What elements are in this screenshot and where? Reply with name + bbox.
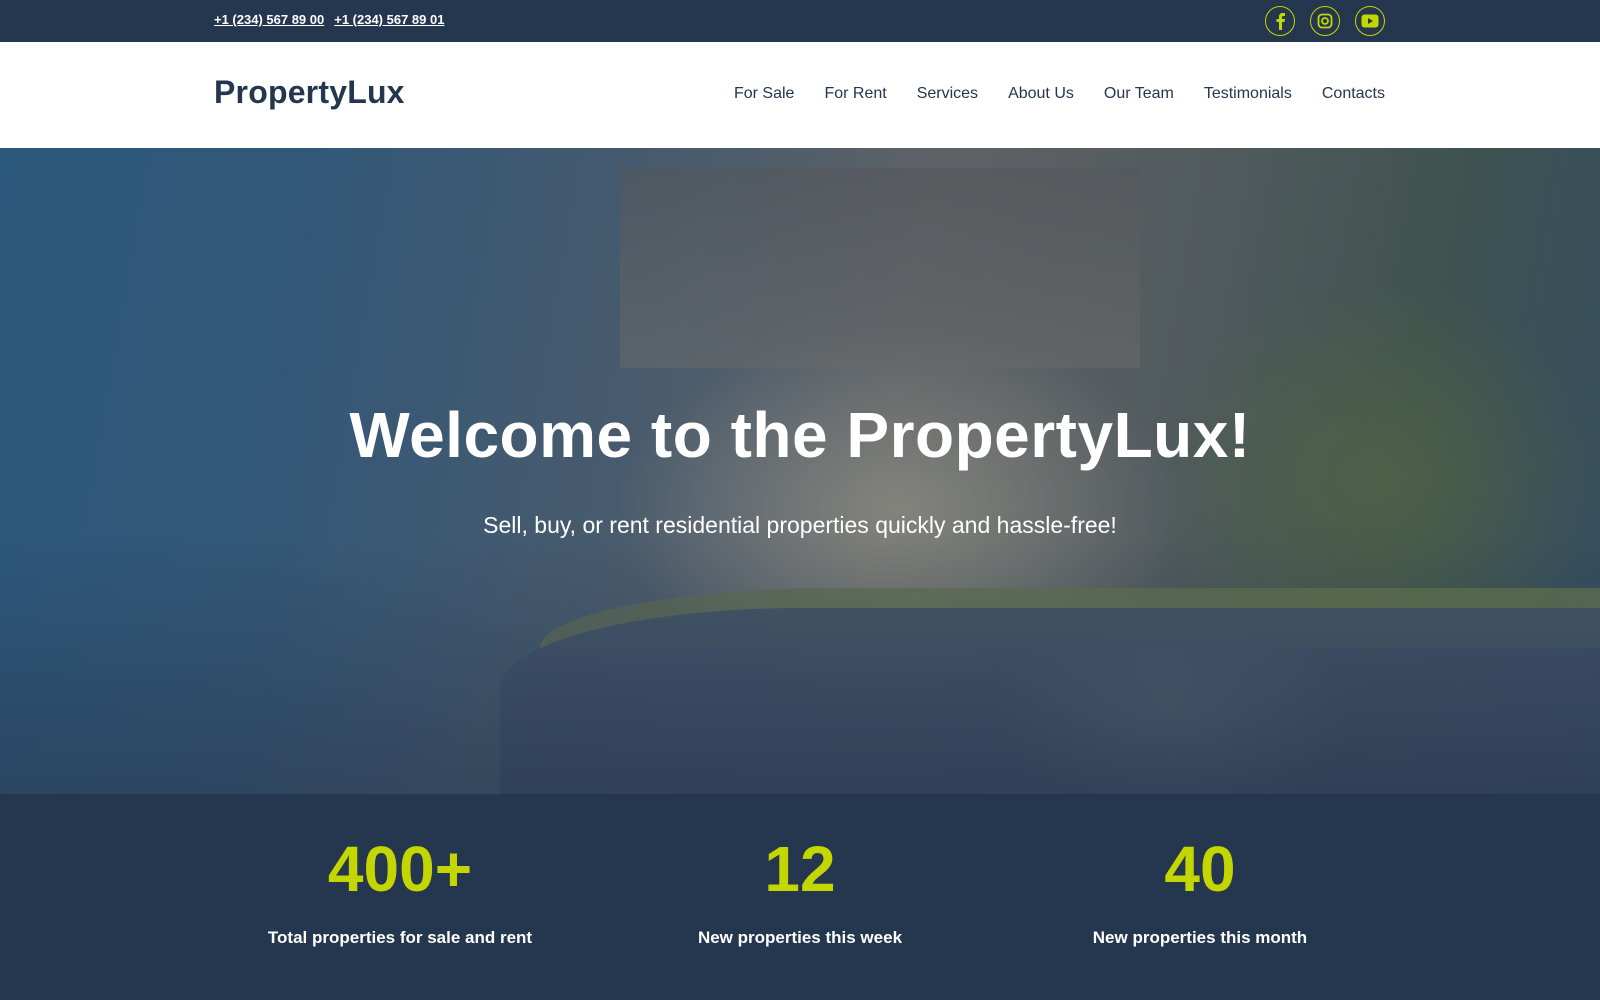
phone-link-1[interactable]: +1 (234) 567 89 00 — [214, 12, 324, 27]
youtube-link[interactable] — [1355, 6, 1385, 36]
nav-for-rent[interactable]: For Rent — [824, 85, 886, 103]
stat-label: New properties this month — [1092, 928, 1308, 948]
stats-section: 400+ Total properties for sale and rent … — [0, 794, 1600, 1000]
logo[interactable]: PropertyLux — [214, 74, 405, 111]
nav-about-us[interactable]: About Us — [1008, 85, 1074, 103]
phone-links: +1 (234) 567 89 00 +1 (234) 567 89 01 — [214, 12, 444, 27]
hero-banner: Welcome to the PropertyLux! Sell, buy, o… — [0, 148, 1600, 794]
top-bar: +1 (234) 567 89 00 +1 (234) 567 89 01 — [0, 0, 1600, 42]
nav-for-sale[interactable]: For Sale — [734, 85, 794, 103]
nav-services[interactable]: Services — [917, 85, 978, 103]
site-header: PropertyLux For Sale For Rent Services A… — [0, 42, 1600, 148]
stat-label: Total properties for sale and rent — [267, 928, 533, 948]
social-links — [1265, 6, 1385, 36]
stat-value: 40 — [1164, 833, 1236, 905]
instagram-icon — [1317, 13, 1333, 29]
hero-title: Welcome to the PropertyLux! — [349, 399, 1251, 471]
stat-label: New properties this week — [697, 928, 903, 948]
youtube-icon — [1361, 14, 1379, 28]
main-nav: For Sale For Rent Services About Us Our … — [734, 85, 1385, 103]
stat-value: 400+ — [327, 833, 473, 905]
instagram-link[interactable] — [1310, 6, 1340, 36]
facebook-link[interactable] — [1265, 6, 1295, 36]
nav-testimonials[interactable]: Testimonials — [1204, 85, 1292, 103]
facebook-icon — [1276, 13, 1285, 30]
stat-new-this-week: 12 New properties this week — [600, 794, 1000, 948]
nav-our-team[interactable]: Our Team — [1104, 85, 1174, 103]
phone-link-2[interactable]: +1 (234) 567 89 01 — [334, 12, 444, 27]
stat-total-properties: 400+ Total properties for sale and rent — [200, 794, 600, 948]
stat-new-this-month: 40 New properties this month — [1000, 794, 1400, 948]
hero-subtitle: Sell, buy, or rent residential propertie… — [483, 512, 1117, 538]
stat-value: 12 — [764, 833, 836, 905]
nav-contacts[interactable]: Contacts — [1322, 85, 1385, 103]
